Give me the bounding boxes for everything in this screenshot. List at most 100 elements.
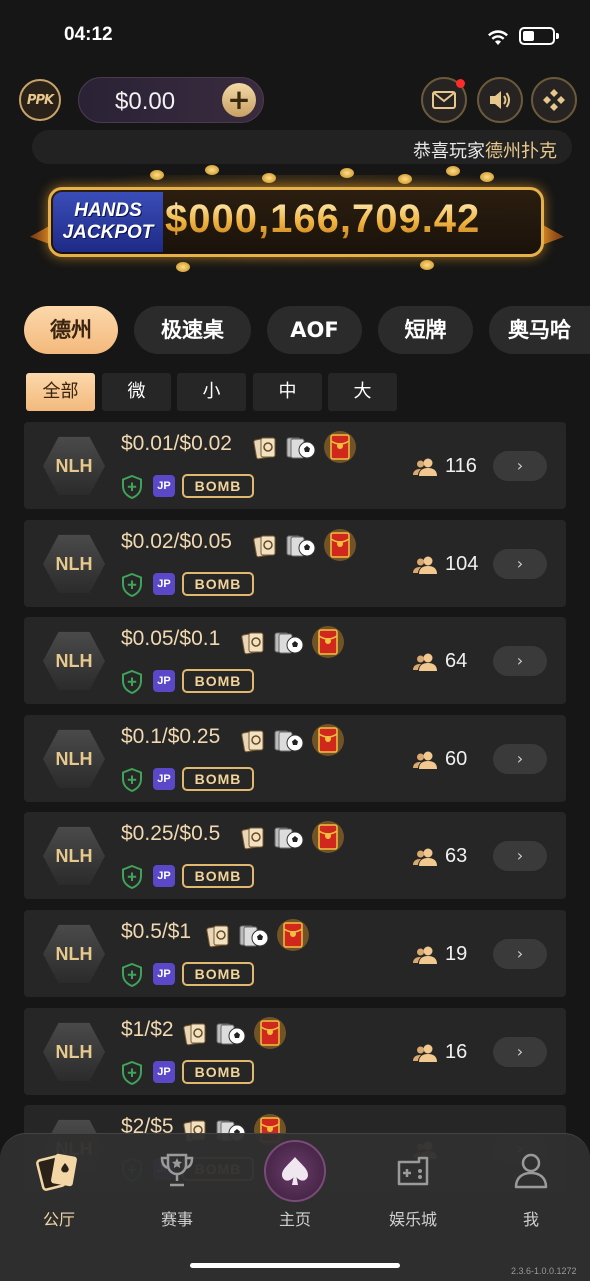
join-table-button[interactable]: ›: [493, 939, 547, 969]
join-table-button[interactable]: ›: [493, 1037, 547, 1067]
filter-small[interactable]: 小: [177, 373, 246, 411]
shield-plus-icon: [122, 572, 142, 598]
filter-micro[interactable]: 微: [102, 373, 171, 411]
blinds-label: $0.02/$0.05: [121, 530, 232, 553]
coin-decoration: [420, 260, 434, 270]
blinds-label: $0.25/$0.5: [121, 822, 221, 845]
join-table-button[interactable]: ›: [493, 646, 547, 676]
nav-lobby[interactable]: [0, 1150, 118, 1198]
nav-tournaments-label: 赛事: [160, 1210, 193, 1229]
jp-badge: JP: [153, 475, 175, 497]
coin-decoration: [398, 174, 412, 184]
sound-button[interactable]: [477, 77, 523, 123]
cards-icon: [36, 1153, 77, 1191]
red-envelope-icon: [277, 919, 309, 951]
table-row[interactable]: NLH $0.1/$0.25 JP BOMB 60 ›: [24, 715, 566, 802]
coin-decoration: [262, 173, 276, 183]
join-table-button[interactable]: ›: [493, 841, 547, 871]
hands-jackpot-label: HANDS JACKPOT: [53, 192, 163, 252]
jp-badge: JP: [153, 768, 175, 790]
game-type-badge: NLH: [43, 729, 105, 789]
mail-icon: [432, 91, 456, 109]
table-row[interactable]: NLH $0.25/$0.5 JP BOMB 63 ›: [24, 812, 566, 899]
insurance-badge: [121, 474, 143, 503]
nav-profile[interactable]: [472, 1150, 590, 1194]
table-row[interactable]: NLH $0.05/$0.1 JP BOMB 64 ›: [24, 617, 566, 704]
game-type-badge: NLH: [43, 924, 105, 984]
nav-tournaments[interactable]: [118, 1150, 236, 1194]
jackpot-amount: $000,166,709.42: [165, 197, 481, 241]
red-envelope-icon: [312, 821, 344, 853]
card-icon: [241, 730, 264, 753]
football-feature: [285, 435, 317, 465]
coin-decoration: [205, 165, 219, 175]
game-type-label: NLH: [55, 748, 93, 769]
game-type-badge: NLH: [43, 826, 105, 886]
table-row[interactable]: NLH $0.01/$0.02 JP BOMB 116 ›: [24, 422, 566, 509]
gamepad-icon: [397, 1156, 429, 1186]
players-icon: [413, 751, 437, 769]
nav-casino-label: 娱乐城: [388, 1210, 437, 1229]
players-icon: [413, 458, 437, 476]
tab-short-deck[interactable]: 短牌: [378, 306, 473, 354]
football-card-icon: [286, 437, 316, 459]
filter-all[interactable]: 全部: [26, 373, 95, 411]
insurance-badge: [121, 864, 143, 893]
players-icon: [413, 946, 437, 964]
jp-badge: JP: [153, 670, 175, 692]
nav-casino[interactable]: [354, 1150, 472, 1194]
bomb-badge: BOMB: [182, 962, 254, 986]
table-row[interactable]: NLH $0.02/$0.05 JP BOMB 104 ›: [24, 520, 566, 607]
red-envelope-icon: [324, 529, 356, 561]
shield-plus-icon: [122, 669, 142, 695]
deposit-button[interactable]: +: [222, 83, 256, 117]
version-label: 2.3.6-1.0.0.1272: [511, 1266, 577, 1276]
football-card-icon: [286, 535, 316, 557]
app-logo[interactable]: PPK: [19, 79, 61, 121]
tab-aof[interactable]: AOF: [267, 306, 362, 354]
coin-decoration: [480, 172, 494, 182]
player-count: 104: [445, 553, 479, 575]
insurance-badge: [121, 572, 143, 601]
filter-medium[interactable]: 中: [253, 373, 322, 411]
nav-home[interactable]: [264, 1140, 326, 1202]
game-type-label: NLH: [55, 845, 93, 866]
football-feature: [273, 825, 305, 855]
insurance-badge: [121, 1060, 143, 1089]
red-envelope-feature: [323, 528, 357, 566]
table-row[interactable]: NLH $0.5/$1 JP BOMB 19 ›: [24, 910, 566, 997]
status-time: 04:12: [64, 24, 113, 45]
settings-button[interactable]: [531, 77, 577, 123]
tab-omaha[interactable]: 奥马哈: [489, 306, 590, 354]
join-table-button[interactable]: ›: [493, 451, 547, 481]
card-icon: [241, 632, 264, 655]
join-table-button[interactable]: ›: [493, 744, 547, 774]
players-icon: [413, 653, 437, 671]
football-card-icon: [274, 632, 304, 654]
football-feature: [215, 1021, 247, 1051]
players-icon-wrap: [412, 457, 438, 481]
blinds-label: $0.5/$1: [121, 920, 192, 943]
join-table-button[interactable]: ›: [493, 549, 547, 579]
insurance-badge: [121, 669, 143, 698]
football-card-icon: [216, 1023, 246, 1045]
card-icon: [183, 1023, 206, 1046]
announcement-text: 恭喜玩家德州扑克: [413, 141, 557, 162]
bomb-badge: BOMB: [182, 864, 254, 888]
table-row[interactable]: NLH $1/$2 JP BOMB 16 ›: [24, 1008, 566, 1095]
shield-plus-icon: [122, 962, 142, 988]
football-card-icon: [274, 827, 304, 849]
nav-lobby-label: 公厅: [42, 1210, 75, 1229]
speaker-icon: [490, 91, 510, 109]
wifi-icon: [488, 30, 508, 45]
red-envelope-feature: [276, 918, 310, 956]
jp-badge: JP: [153, 963, 175, 985]
player-count: 16: [445, 1041, 468, 1063]
players-icon-wrap: [412, 652, 438, 676]
game-type-badge: NLH: [43, 1022, 105, 1082]
red-envelope-feature: [323, 430, 357, 468]
tab-holdem[interactable]: 德州: [24, 306, 118, 354]
players-icon: [413, 848, 437, 866]
tab-fast-table[interactable]: 极速桌: [134, 306, 251, 354]
filter-large[interactable]: 大: [328, 373, 397, 411]
